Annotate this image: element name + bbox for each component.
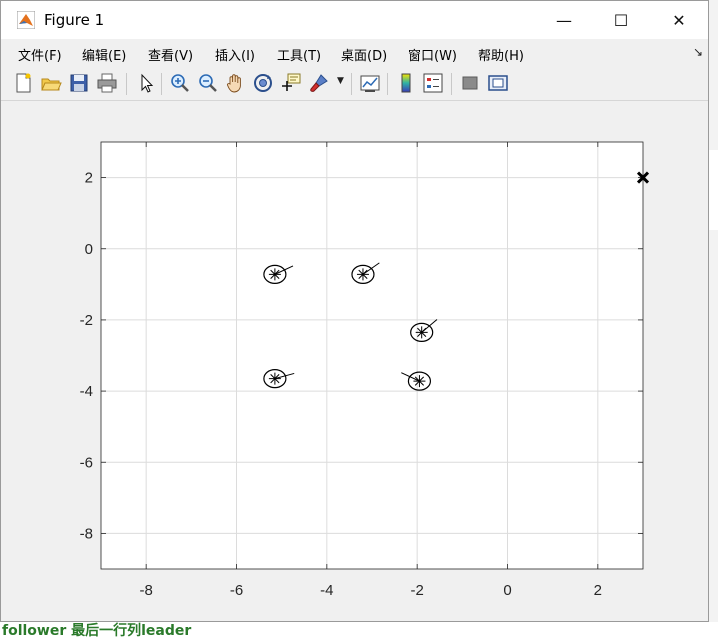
title-bar: Figure 1 — ☐ ✕ [1, 1, 708, 39]
x-tick-label: -4 [320, 582, 333, 599]
y-tick-label: -6 [80, 454, 93, 471]
x-tick-label: 2 [594, 582, 602, 599]
y-tick-label: -2 [80, 312, 93, 329]
zoom-out-icon[interactable] [197, 72, 219, 94]
menu-desktop[interactable]: 桌面(D) [341, 45, 387, 64]
brush-dropdown-icon[interactable]: ▼ [337, 76, 344, 86]
menu-file[interactable]: 文件(F) [18, 45, 62, 64]
open-file-icon[interactable] [40, 72, 62, 94]
minimize-icon: — [556, 10, 572, 30]
background-editor-text: follower 最后一行列leader [2, 623, 192, 639]
figure-window: Figure 1 — ☐ ✕ 文件(F) 编辑(E) 查看(V) 插入(I) 工… [0, 0, 709, 622]
x-tick-label: -6 [230, 582, 243, 599]
pan-hand-icon[interactable] [224, 72, 246, 94]
close-button[interactable]: ✕ [656, 1, 702, 39]
window-title: Figure 1 [44, 11, 105, 29]
data-cursor-icon[interactable] [280, 72, 302, 94]
legend-icon[interactable] [422, 72, 444, 94]
maximize-icon: ☐ [613, 10, 629, 30]
x-tick-labels: -8 -6 -4 -2 0 2 [139, 582, 602, 599]
x-tick-label: 0 [503, 582, 511, 599]
menu-view[interactable]: 查看(V) [148, 45, 193, 64]
plot-axes[interactable]: -8 -6 -4 -2 0 2 2 0 -2 -4 -6 -8 [1, 101, 708, 621]
print-icon[interactable] [96, 72, 118, 94]
show-plot-tools-icon[interactable] [487, 72, 509, 94]
toolbar-separator [387, 73, 388, 95]
y-tick-labels: 2 0 -2 -4 -6 -8 [80, 170, 93, 543]
menu-bar: 文件(F) 编辑(E) 查看(V) 插入(I) 工具(T) 桌面(D) 窗口(W… [1, 39, 708, 67]
y-tick-label: 2 [85, 170, 93, 187]
toolbar-separator [351, 73, 352, 95]
x-tick-label: -2 [410, 582, 423, 599]
y-tick-label: 0 [85, 241, 93, 258]
edit-plot-arrow-icon[interactable] [135, 72, 157, 94]
menu-insert[interactable]: 插入(I) [215, 45, 255, 64]
new-figure-icon[interactable] [12, 72, 34, 94]
menu-tools[interactable]: 工具(T) [277, 45, 321, 64]
figure-toolbar: ▼ [1, 67, 708, 101]
toolbar-separator [451, 73, 452, 95]
toolbar-separator [126, 73, 127, 95]
colorbar-icon[interactable] [395, 72, 417, 94]
rotate-3d-icon[interactable] [252, 72, 274, 94]
link-plot-icon[interactable] [359, 72, 381, 94]
maximize-button[interactable]: ☐ [598, 1, 644, 39]
save-icon[interactable] [68, 72, 90, 94]
matlab-icon [17, 11, 35, 29]
hide-plot-tools-icon[interactable] [459, 72, 481, 94]
menu-overflow-icon[interactable]: ↘ [693, 45, 703, 59]
toolbar-separator [161, 73, 162, 95]
close-icon: ✕ [672, 10, 686, 30]
zoom-in-icon[interactable] [169, 72, 191, 94]
background-editor-strip-right [708, 150, 718, 230]
y-tick-label: -4 [80, 383, 93, 400]
y-tick-label: -8 [80, 525, 93, 542]
axes-background [101, 142, 643, 569]
menu-window[interactable]: 窗口(W) [408, 45, 457, 64]
menu-edit[interactable]: 编辑(E) [82, 45, 126, 64]
x-tick-label: -8 [139, 582, 152, 599]
figure-area: -8 -6 -4 -2 0 2 2 0 -2 -4 -6 -8 [1, 101, 708, 621]
minimize-button[interactable]: — [541, 1, 587, 39]
menu-help[interactable]: 帮助(H) [478, 45, 524, 64]
brush-icon[interactable] [308, 72, 330, 94]
